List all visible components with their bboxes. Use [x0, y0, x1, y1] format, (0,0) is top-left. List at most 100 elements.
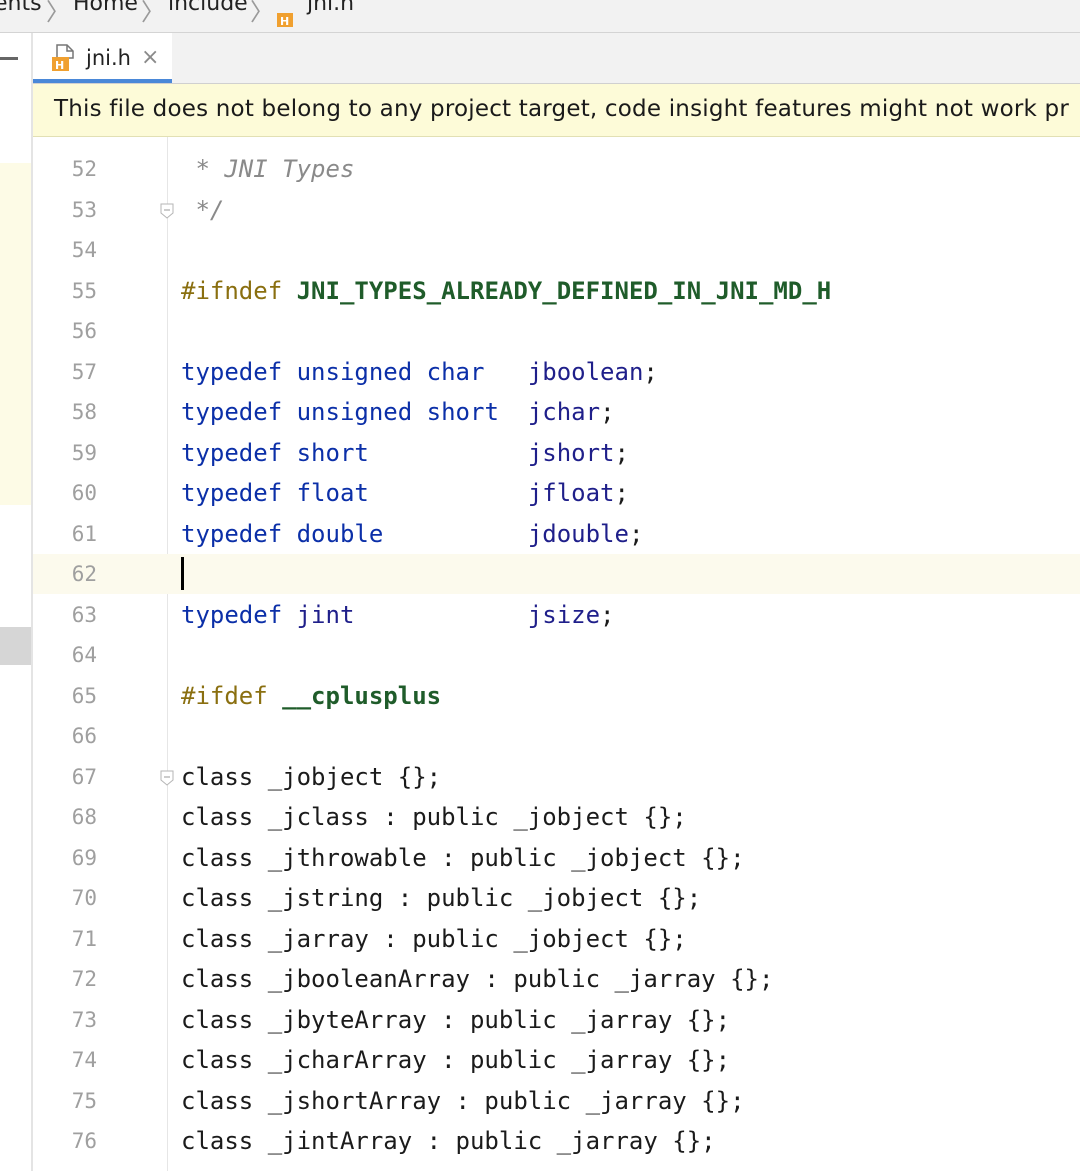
line-number: 59 — [71, 440, 97, 465]
code-token: JNI_TYPES_ALREADY_DEFINED_IN_JNI_MD_H — [296, 276, 832, 305]
code-token: class _jobject {}; — [181, 762, 442, 791]
code-token: */ — [181, 195, 225, 224]
code-line[interactable]: 55 #ifndef JNI_TYPES_ALREADY_DEFINED_IN_J… — [33, 271, 1080, 311]
code-token: class _jcharArray : public _jarray {}; — [181, 1046, 731, 1074]
code-line[interactable]: 64 — [33, 635, 1080, 675]
code-token: ; — [600, 398, 615, 426]
code-line[interactable]: 66 — [33, 716, 1080, 756]
code-token: double — [296, 519, 384, 548]
code-text: class _jstring : public _jobject {}; — [181, 884, 701, 912]
minimize-icon[interactable] — [0, 57, 18, 60]
code-line[interactable]: 52 * JNI Types — [33, 149, 1080, 189]
code-line[interactable]: 60 typedef float jfloat; — [33, 473, 1080, 513]
code-editor[interactable]: 52 * JNI Types 53 */ 54 55 #ifndef JNI_TYPES… — [33, 137, 1080, 1171]
code-line[interactable]: 58 typedef unsigned short jchar; — [33, 392, 1080, 432]
code-token: ; — [628, 519, 644, 548]
code-line[interactable]: 57 typedef unsigned char jboolean; — [33, 352, 1080, 392]
code-token: jsize — [527, 600, 601, 629]
code-token: class _jintArray : public _jarray {}; — [181, 1127, 716, 1155]
code-text: * JNI Types — [181, 155, 354, 183]
close-icon[interactable]: × — [141, 45, 159, 70]
line-number: 58 — [71, 400, 97, 424]
code-token: unsigned — [296, 398, 413, 426]
fold-marker-icon[interactable] — [160, 770, 174, 786]
breadcrumb-item-ents[interactable]: ents — [0, 0, 42, 16]
code-text: class _jobject {}; — [181, 763, 441, 791]
code-line[interactable]: 62 — [33, 554, 1080, 594]
header-file-icon: H — [51, 44, 77, 72]
breadcrumb-separator-icon: 〉 — [141, 0, 165, 26]
project-panel-highlight — [0, 163, 31, 505]
line-number: 67 — [71, 764, 97, 789]
svg-text:H: H — [55, 59, 64, 72]
line-number: 69 — [71, 845, 97, 870]
code-token: #ifdef — [181, 681, 268, 710]
code-text: class _jintArray : public _jarray {}; — [181, 1127, 716, 1155]
tab-jni-h[interactable]: H jni.h × — [33, 33, 172, 83]
code-token: char — [426, 357, 485, 386]
code-token: jboolean — [527, 357, 644, 386]
code-text: #ifdef __cplusplus — [181, 682, 441, 710]
svg-text:H: H — [280, 15, 289, 28]
line-number: 70 — [71, 886, 97, 910]
code-line[interactable]: 61 typedef double jdouble; — [33, 514, 1080, 554]
code-line[interactable]: 59 typedef short jshort; — [33, 433, 1080, 473]
code-line[interactable]: 75 class _jshortArray : public _jarray {}… — [33, 1081, 1080, 1121]
editor-tab-bar: H jni.h × — [33, 33, 1080, 84]
code-line[interactable]: 68 class _jclass : public _jobject {}; — [33, 797, 1080, 837]
code-token: typedef — [181, 600, 283, 629]
code-line[interactable]: 74 class _jcharArray : public _jarray {}; — [33, 1040, 1080, 1080]
code-token: typedef — [181, 519, 283, 548]
breadcrumb-item-home[interactable]: Home — [73, 0, 138, 16]
code-token: jshort — [527, 438, 615, 467]
line-number: 56 — [71, 319, 97, 343]
project-panel-selection — [0, 627, 31, 665]
code-token: class _jarray : public _jobject {}; — [181, 924, 687, 953]
line-number: 64 — [71, 643, 97, 667]
code-token: __cplusplus — [282, 681, 442, 710]
fold-marker-icon[interactable] — [160, 203, 174, 219]
breadcrumb-separator-icon: 〉 — [46, 0, 70, 26]
tab-label: jni.h — [86, 46, 131, 70]
code-text: typedef double jdouble; — [181, 520, 643, 548]
code-line[interactable]: 70 class _jstring : public _jobject {}; — [33, 878, 1080, 918]
code-line[interactable]: 63 typedef jint jsize; — [33, 595, 1080, 635]
code-text: typedef short jshort; — [181, 439, 629, 467]
breadcrumb-item-include[interactable]: include — [168, 0, 248, 16]
code-token: typedef — [181, 357, 283, 386]
code-line[interactable]: 54 — [33, 230, 1080, 270]
code-line[interactable]: 65 #ifdef __cplusplus — [33, 676, 1080, 716]
project-target-warning-banner: This file does not belong to any project… — [33, 84, 1080, 137]
code-text: typedef jint jsize; — [181, 601, 615, 629]
code-line[interactable]: 76 class _jintArray : public _jarray {}; — [33, 1121, 1080, 1161]
line-number: 66 — [71, 724, 97, 748]
code-line[interactable]: 56 — [33, 311, 1080, 351]
line-number: 71 — [71, 926, 97, 951]
code-line[interactable]: 73 class _jbyteArray : public _jarray {}; — [33, 1000, 1080, 1040]
code-line[interactable]: 71 class _jarray : public _jobject {}; — [33, 919, 1080, 959]
line-number: 54 — [71, 238, 97, 262]
code-token: jfloat — [527, 479, 615, 507]
code-line[interactable]: 69 class _jthrowable : public _jobject {}… — [33, 838, 1080, 878]
line-number: 57 — [71, 359, 97, 384]
code-token: short — [296, 438, 369, 467]
line-number: 65 — [71, 683, 97, 708]
code-line[interactable]: 72 class _jbooleanArray : public _jarray … — [33, 959, 1080, 999]
code-line[interactable]: 67 class _jobject {}; — [33, 757, 1080, 797]
code-token: ; — [614, 479, 629, 507]
code-token: class _jthrowable : public _jobject {}; — [181, 843, 745, 872]
code-token: float — [296, 479, 369, 507]
line-number: 62 — [71, 562, 97, 586]
breadcrumb-separator-icon: 〉 — [250, 0, 274, 26]
breadcrumb-item-file[interactable]: jni.h — [307, 0, 354, 16]
code-line[interactable]: 53 */ — [33, 190, 1080, 230]
